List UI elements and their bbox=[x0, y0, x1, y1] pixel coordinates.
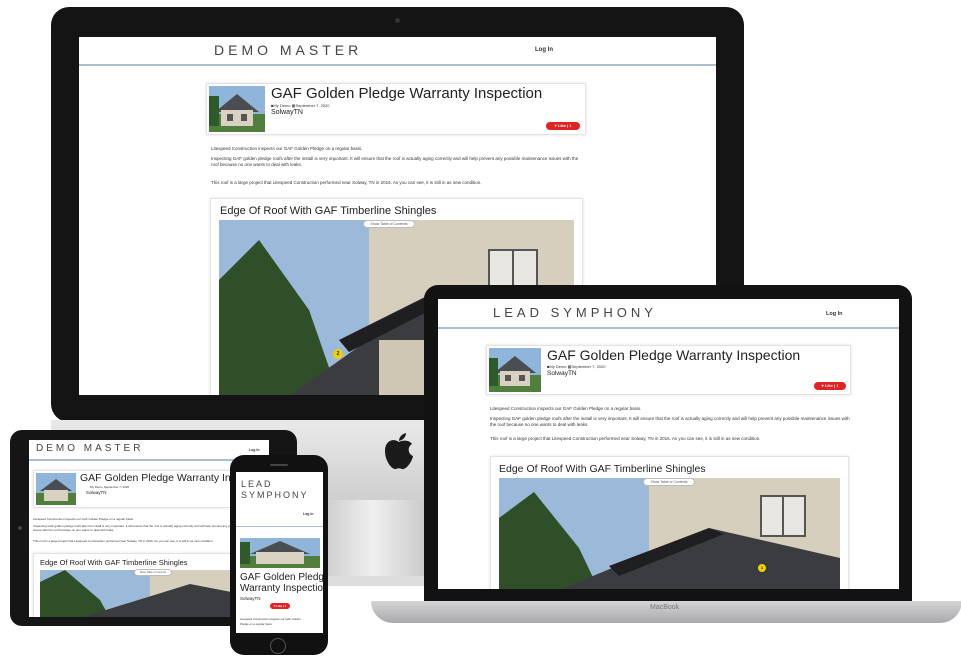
post-paragraph-2: Inspecting GAF golden pledge roofs after… bbox=[33, 524, 258, 533]
laptop-navbar: LEAD SYMPHONY Log In bbox=[438, 299, 899, 329]
like-label: Like bbox=[557, 123, 566, 128]
phone-navbar: LEAD SYMPHONY Log In bbox=[236, 472, 323, 527]
like-button[interactable]: ♥ Like | 1 bbox=[546, 122, 580, 130]
image-marker[interactable]: 1 bbox=[758, 564, 766, 572]
post-date: September 7, 2020 bbox=[571, 364, 606, 369]
post-meta: ■My Demo ▦September 7, 2020 bbox=[271, 103, 329, 108]
like-label: Like bbox=[276, 604, 283, 608]
section-heading: Edge Of Roof With GAF Timberline Shingle… bbox=[220, 205, 437, 217]
roof-photo bbox=[499, 478, 840, 589]
post-thumbnail bbox=[240, 538, 320, 568]
imac-camera bbox=[395, 18, 400, 23]
image-marker[interactable]: 2 bbox=[333, 349, 343, 359]
imac-navbar: DEMO MASTER Log In bbox=[79, 37, 716, 66]
phone-screen: LEAD SYMPHONY Log In GAF Golden Pledge W… bbox=[236, 472, 323, 633]
tablet-navbar: DEMO MASTER Log In bbox=[29, 440, 269, 461]
post-title: GAF Golden Pledge Warranty Inspection bbox=[547, 347, 801, 363]
like-button[interactable]: ♥ Like | 1 bbox=[270, 603, 290, 609]
home-button-icon[interactable] bbox=[270, 638, 286, 654]
post-author[interactable]: SolwayTN bbox=[86, 490, 107, 495]
post-thumbnail bbox=[36, 473, 76, 505]
login-link[interactable]: Log In bbox=[303, 512, 314, 516]
phone-speaker bbox=[270, 464, 288, 466]
post-title-line2: Warranty Inspection bbox=[240, 583, 323, 594]
post-paragraph-1: Litespeed Construction inspects our GAF … bbox=[33, 517, 134, 521]
post-header-card: GAF Golden Pledge Warranty Inspection ■M… bbox=[486, 345, 851, 395]
post-paragraph-2: Inspecting GAF golden pledge roofs after… bbox=[490, 416, 850, 428]
post-paragraph-3: This roof is a large project that Litesp… bbox=[33, 539, 214, 543]
imac-stand bbox=[318, 500, 428, 580]
post-author[interactable]: SolwayTN bbox=[547, 370, 577, 377]
apple-logo-icon bbox=[382, 432, 416, 472]
tablet-camera bbox=[18, 526, 22, 530]
section-card: Edge Of Roof With GAF Timberline Shingle… bbox=[490, 456, 849, 589]
section-heading: Edge Of Roof With GAF Timberline Shingle… bbox=[40, 558, 188, 567]
post-paragraph-3: This roof is a large project that Litesp… bbox=[490, 436, 761, 441]
laptop-screen: LEAD SYMPHONY Log In GAF Golden Pledge W… bbox=[438, 299, 899, 589]
post-thumbnail bbox=[489, 348, 541, 392]
brand-logo-line1[interactable]: LEAD bbox=[241, 479, 273, 489]
post-category[interactable]: My Demo bbox=[549, 364, 566, 369]
laptop-label: MacBook bbox=[650, 604, 680, 611]
post-title: GAF Golden Pledge Warranty Inspection bbox=[271, 85, 543, 102]
like-label: Like bbox=[824, 383, 833, 388]
login-link[interactable]: Log In bbox=[826, 311, 843, 317]
post-author[interactable]: SolwayTN bbox=[271, 109, 303, 116]
brand-logo-line2[interactable]: SYMPHONY bbox=[241, 490, 309, 500]
heart-icon: ♥ bbox=[821, 383, 824, 388]
toc-toggle-button[interactable]: Show Table of Contents bbox=[134, 569, 172, 576]
post-paragraph-3: This roof is a large project that Litesp… bbox=[211, 180, 482, 185]
post-paragraph-1: Litespeed Construction inspects our GAF … bbox=[211, 146, 363, 151]
like-count: 1 bbox=[284, 604, 287, 608]
toc-toggle-button[interactable]: Show Table of Contents bbox=[643, 478, 695, 486]
post-paragraph-1: Litespeed Construction inspects our GAF … bbox=[490, 406, 642, 411]
post-date: September 7, 2020 bbox=[295, 103, 330, 108]
post-thumbnail bbox=[209, 86, 265, 132]
like-count: 1 bbox=[836, 383, 839, 388]
post-meta: My Demo September 7, 2020 bbox=[90, 485, 129, 489]
post-paragraph-line2: Pledge on a regular basis. bbox=[240, 622, 273, 626]
post-date: September 7, 2020 bbox=[103, 485, 130, 489]
like-count: 1 bbox=[569, 123, 572, 128]
brand-logo[interactable]: DEMO MASTER bbox=[36, 443, 143, 454]
post-title-line1: GAF Golden Pledge bbox=[240, 572, 323, 583]
brand-logo[interactable]: DEMO MASTER bbox=[214, 42, 362, 58]
post-category[interactable]: My Demo bbox=[90, 485, 103, 489]
like-button[interactable]: ♥ Like | 1 bbox=[814, 382, 846, 390]
login-link[interactable]: Log In bbox=[535, 47, 553, 53]
section-heading: Edge Of Roof With GAF Timberline Shingle… bbox=[499, 463, 706, 475]
toc-toggle-button[interactable]: Show Table of Contents bbox=[363, 220, 415, 228]
post-header-card: GAF Golden Pledge Warranty Inspection ■M… bbox=[206, 83, 586, 135]
heart-icon: ♥ bbox=[554, 123, 557, 128]
post-meta: ■My Demo ▦September 7, 2020 bbox=[547, 364, 605, 369]
post-paragraph-2: Inspecting GAF golden pledge roofs after… bbox=[211, 156, 579, 168]
post-category[interactable]: My Demo bbox=[273, 103, 290, 108]
login-link[interactable]: Log In bbox=[249, 448, 260, 452]
post-author[interactable]: SolwayTN bbox=[240, 596, 261, 601]
brand-logo[interactable]: LEAD SYMPHONY bbox=[493, 305, 657, 320]
